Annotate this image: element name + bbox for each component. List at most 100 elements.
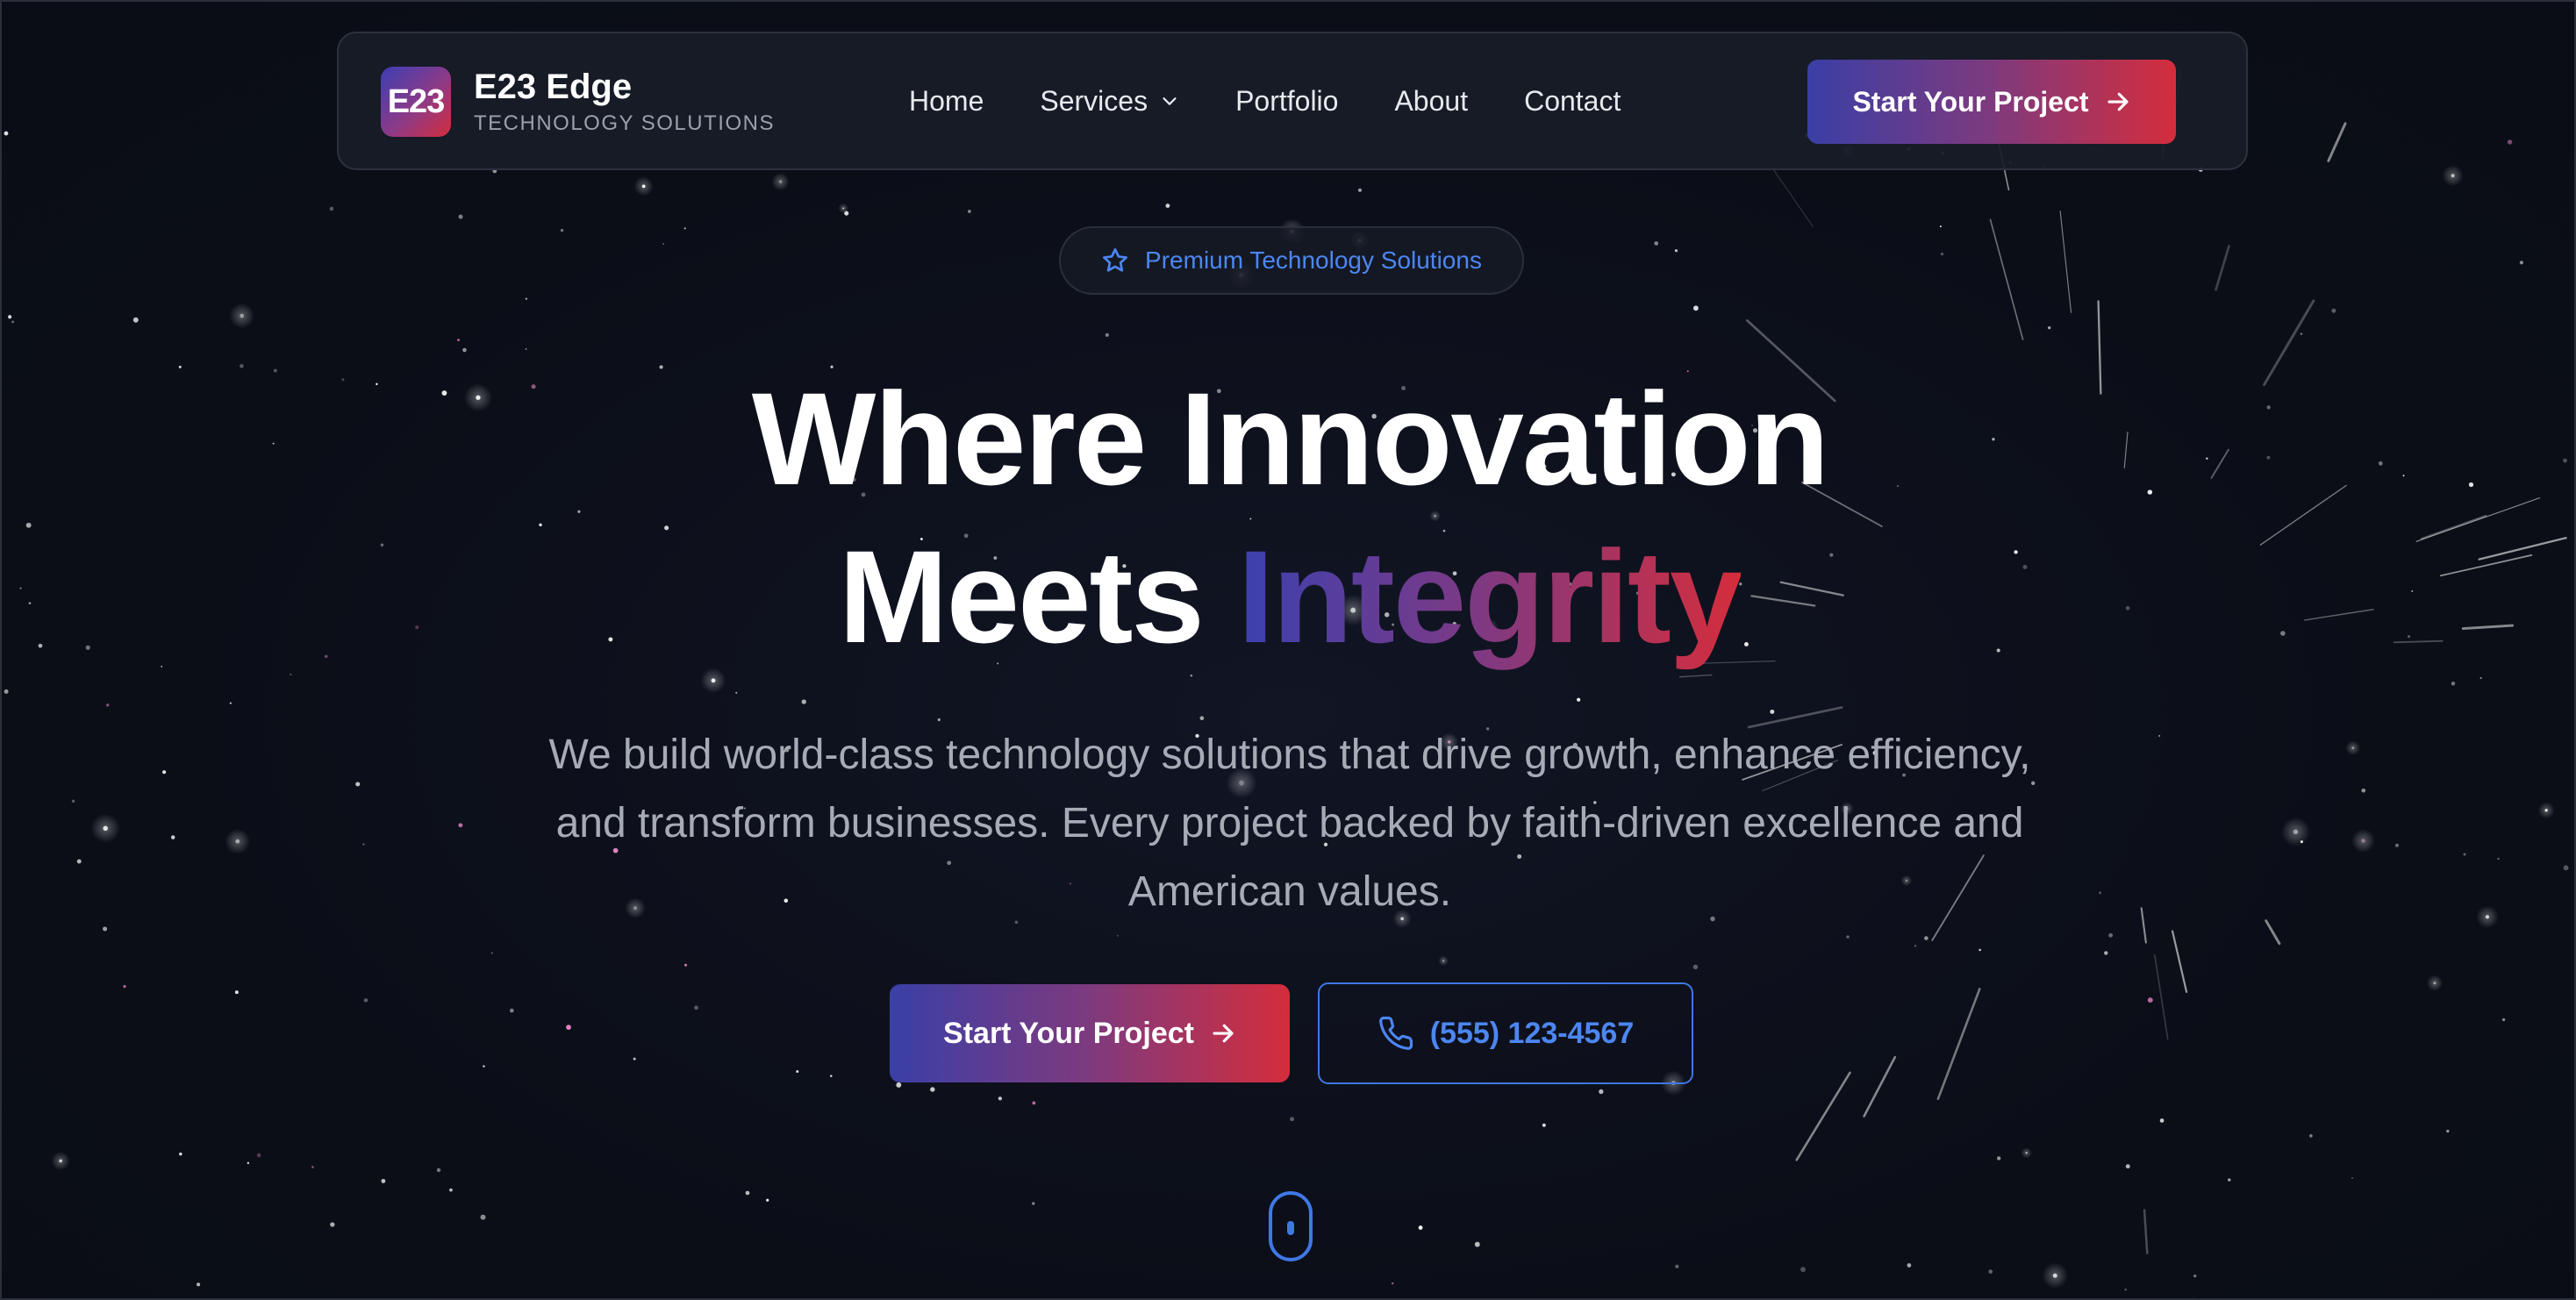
star-glow (2442, 165, 2464, 187)
star-glow (838, 203, 848, 214)
star-dot (1105, 332, 1109, 337)
star-dot (462, 347, 467, 353)
star-dot (1675, 1264, 1679, 1268)
star-dot (256, 1153, 261, 1158)
star-dot (896, 1082, 902, 1088)
hero-headline: Where Innovation Meets Integrity (2, 360, 2574, 675)
star-dot (1418, 1225, 1423, 1230)
star-dot (355, 782, 361, 787)
star-dot (830, 1075, 833, 1077)
star-dot (1391, 1282, 1394, 1285)
star-glow (2351, 829, 2375, 854)
star-dot (930, 1087, 935, 1092)
hero-badge-text: Premium Technology Solutions (1145, 246, 1482, 274)
brand-logo-link[interactable]: E23 E23 Edge TECHNOLOGY SOLUTIONS (381, 67, 775, 137)
star-dot (170, 835, 175, 839)
star-streak (2140, 907, 2147, 944)
nav-link-home[interactable]: Home (909, 85, 984, 118)
star-dot (968, 210, 971, 213)
star-dot (196, 1282, 201, 1287)
star-streak (2171, 930, 2188, 993)
star-dot (179, 1152, 182, 1156)
star-dot (1599, 1089, 1604, 1095)
star-glow (90, 813, 120, 843)
headline-plain-word: Meets (838, 523, 1205, 670)
star-dot (1654, 241, 1659, 246)
star-glow (2345, 740, 2361, 755)
star-streak (2265, 919, 2281, 946)
nav-link-about[interactable]: About (1394, 85, 1468, 118)
star-dot (1032, 1101, 1036, 1105)
star-dot (2479, 676, 2482, 680)
star-dot (2395, 843, 2399, 847)
star-dot (1032, 1202, 1035, 1205)
star-dot (381, 1178, 386, 1183)
star-dot (2193, 1274, 2197, 1278)
star-dot (1542, 1123, 1546, 1127)
star-dot (2446, 1129, 2450, 1133)
star-dot (2147, 997, 2153, 1004)
star-dot (1770, 709, 1775, 714)
headline-accent-word: Integrity (1237, 523, 1743, 670)
nav-link-services[interactable]: Services (1040, 85, 1179, 118)
star-glow (2476, 905, 2499, 929)
star-dot (76, 859, 82, 864)
star-dot (998, 1096, 1003, 1101)
star-dot (560, 228, 564, 232)
hero-start-project-button[interactable]: Start Your Project (890, 984, 1290, 1082)
phone-call-button[interactable]: (555) 123-4567 (1318, 982, 1693, 1084)
star-dot (525, 348, 527, 350)
star-icon (1103, 248, 1128, 272)
star-dot (234, 990, 239, 995)
star-glow (229, 303, 255, 329)
nav-link-portfolio[interactable]: Portfolio (1235, 85, 1338, 118)
star-dot (2501, 1018, 2506, 1022)
star-dot (247, 1161, 250, 1165)
hero-subtext: We build world-class technology solution… (548, 732, 2031, 915)
star-streak (1936, 988, 1981, 1101)
navbar: E23 E23 Edge TECHNOLOGY SOLUTIONS Home S… (337, 32, 2248, 170)
star-dot (105, 704, 110, 707)
brand-name: E23 Edge (474, 68, 633, 106)
headline-line-1: Where Innovation (751, 365, 1829, 512)
page-frame: E23 E23 Edge TECHNOLOGY SOLUTIONS Home S… (0, 0, 2576, 1300)
brand-text: E23 Edge TECHNOLOGY SOLUTIONS (474, 67, 775, 137)
star-dot (1979, 948, 1981, 952)
star-streak (1989, 218, 2024, 340)
star-dot (694, 1005, 698, 1011)
nav-link-about-label: About (1394, 84, 1469, 117)
star-dot (566, 1025, 571, 1030)
star-dot (311, 1166, 314, 1168)
star-dot (1674, 249, 1678, 253)
star-dot (1577, 697, 1581, 702)
brand-tagline: TECHNOLOGY SOLUTIONS (474, 111, 775, 135)
star-dot (329, 206, 334, 211)
nav-link-contact[interactable]: Contact (1524, 85, 1621, 118)
star-dot (449, 1188, 453, 1192)
star-dot (2099, 891, 2102, 895)
star-dot (1914, 945, 1917, 947)
star-dot (1846, 935, 1850, 939)
star-dot (525, 297, 527, 300)
star-dot (11, 320, 15, 324)
star-glow (2021, 1147, 2032, 1159)
star-dot (2159, 1118, 2165, 1123)
star-streak (2215, 245, 2230, 291)
nav-cta-label: Start Your Project (1852, 85, 2089, 118)
star-glow (51, 1151, 70, 1171)
star-streak (2153, 954, 2169, 1040)
star-dot (1996, 1156, 2001, 1161)
mouse-scroll-icon[interactable] (1269, 1191, 1313, 1261)
star-dot (1939, 225, 1942, 228)
star-dot (1988, 1269, 1993, 1274)
star-dot (2108, 932, 2114, 938)
star-dot (123, 984, 126, 989)
nav-start-project-button[interactable]: Start Your Project (1807, 60, 2176, 144)
star-streak (2327, 122, 2347, 162)
star-glow (1438, 955, 1449, 967)
star-dot (229, 702, 232, 704)
arrow-right-icon (1213, 1024, 1234, 1043)
star-glow (771, 172, 790, 191)
star-dot (1116, 934, 1119, 937)
star-streak (2143, 1209, 2149, 1254)
